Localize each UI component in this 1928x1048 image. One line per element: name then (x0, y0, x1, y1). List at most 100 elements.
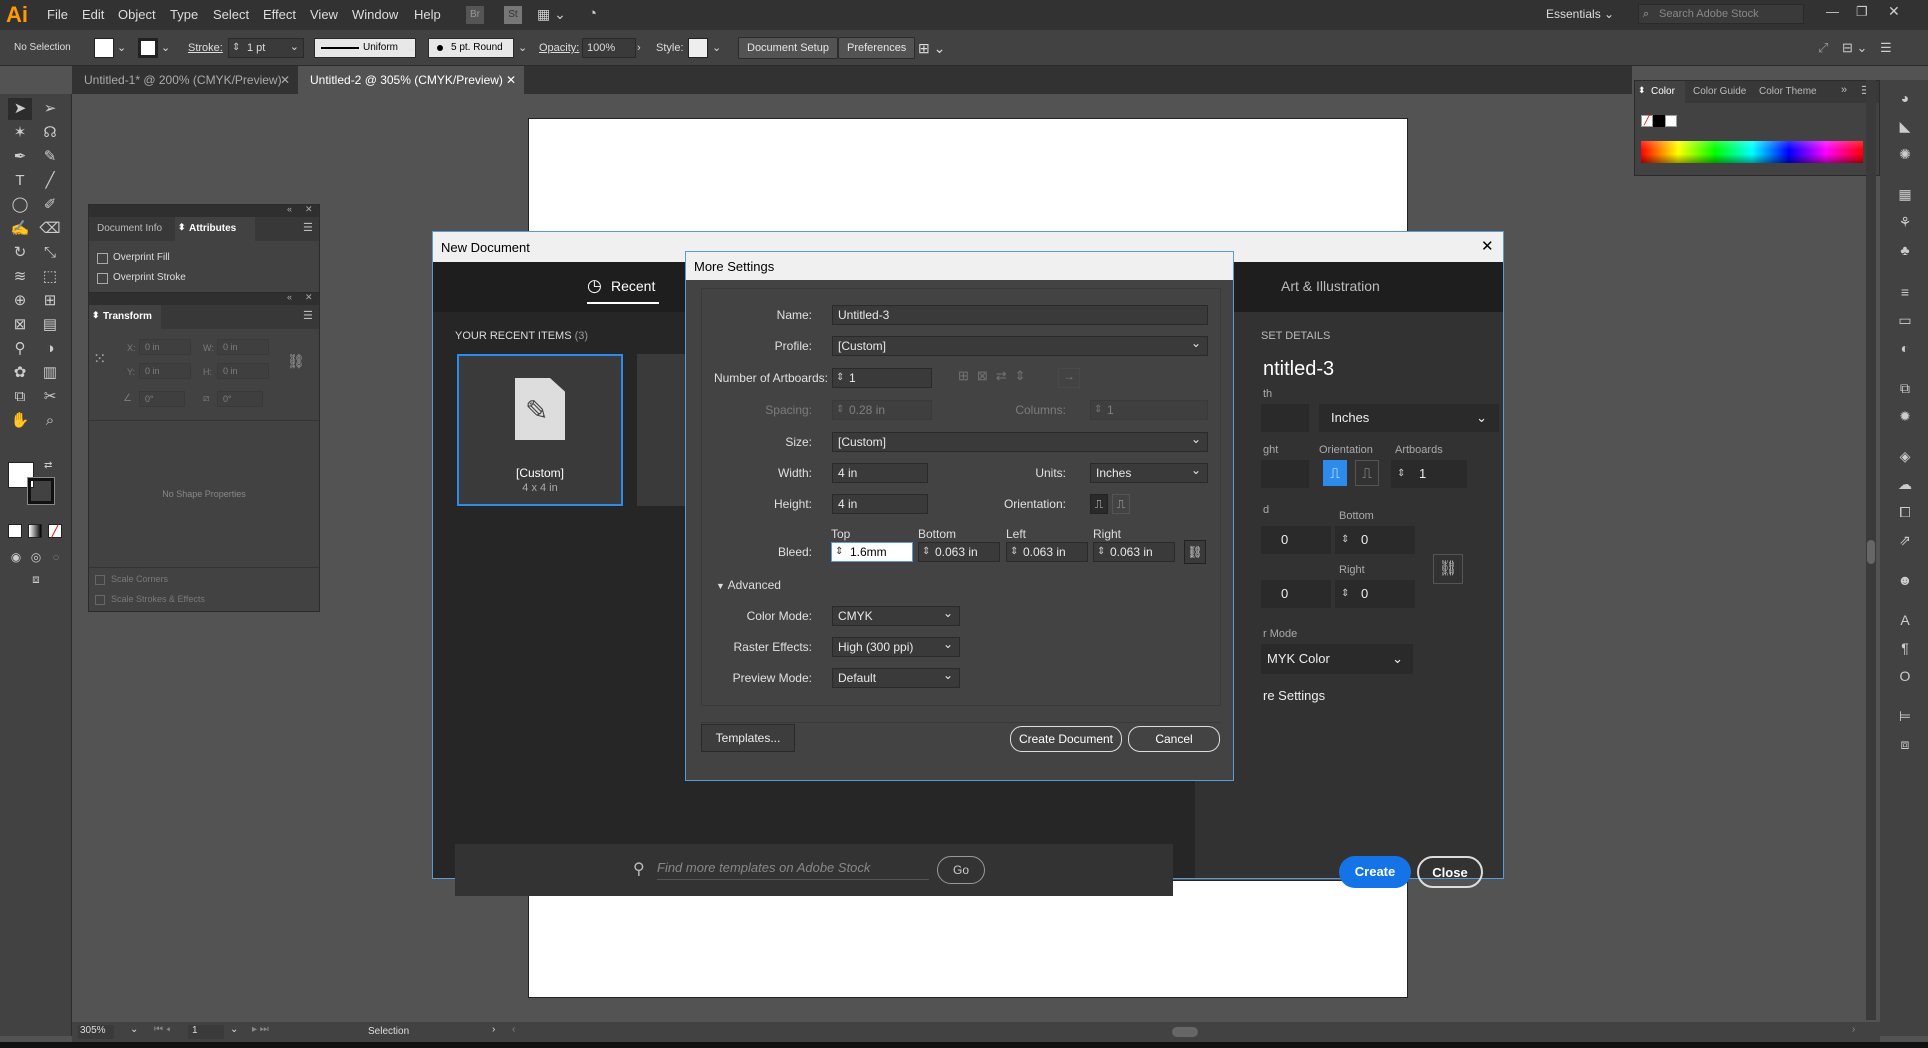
pen-tool-icon[interactable]: ✒ (8, 146, 32, 168)
stepper-icon[interactable]: ⇕ (836, 401, 844, 419)
scale-strokes-checkbox[interactable] (95, 595, 105, 605)
x-input[interactable]: 0 in (139, 339, 191, 355)
create-button[interactable]: Create (1339, 856, 1411, 888)
advanced-toggle[interactable]: ▼ Advanced (716, 578, 781, 592)
recent-item-card[interactable]: ✎ [Custom] 4 x 4 in (457, 354, 623, 506)
create-document-button[interactable]: Create Document (1010, 726, 1122, 752)
artboard-number-input[interactable]: 1 (188, 1025, 224, 1039)
collapse-icon[interactable]: « (287, 204, 292, 214)
link-bleed-icon[interactable]: ⛓ (1433, 554, 1463, 584)
units-select[interactable]: Inches ⌄ (1319, 404, 1499, 432)
artboard[interactable] (528, 118, 1408, 232)
y-input[interactable]: 0 in (139, 363, 191, 379)
cancel-button[interactable]: Cancel (1128, 726, 1220, 752)
none-mode-icon[interactable]: ╱ (48, 524, 62, 538)
layout-icon[interactable]: ⊟ ⌄ (1842, 38, 1867, 58)
mesh-tool-icon[interactable]: ⊠ (8, 314, 32, 336)
stroke-profile-select[interactable]: Uniform (314, 38, 416, 58)
style-swatch[interactable] (688, 38, 708, 58)
zoom-tool-icon[interactable]: ⌕ (38, 410, 62, 432)
color-mode-select[interactable]: MYK Color ⌄ (1261, 644, 1413, 674)
preferences-button[interactable]: Preferences (838, 37, 916, 59)
last-artboard-icon[interactable]: ▸ ⏭ (252, 1024, 269, 1035)
tab-color[interactable]: ⬍ Color (1635, 81, 1685, 103)
white-swatch[interactable] (1665, 115, 1677, 127)
ellipse-tool-icon[interactable]: ◯ (8, 194, 32, 216)
more-settings-link[interactable]: re Settings (1263, 688, 1325, 703)
height-input[interactable] (1261, 460, 1309, 488)
preset-name[interactable]: ntitled-3 (1263, 358, 1334, 381)
align-panel-icon[interactable]: ⊨ (1894, 708, 1916, 730)
none-swatch[interactable]: ╱ (1641, 115, 1653, 127)
align-icon[interactable]: ⊞ ⌄ (918, 38, 945, 58)
close-icon[interactable]: ✕ (1481, 237, 1494, 255)
arrange-icon[interactable]: ⤢ (1818, 38, 1828, 58)
tab-transform[interactable]: ⬍ Transform (89, 305, 161, 329)
direct-selection-tool-icon[interactable]: ➢ (38, 98, 62, 120)
constrain-proportions-icon[interactable]: ⛓ (287, 353, 305, 370)
landscape-orientation-button[interactable]: ⎍ (1355, 460, 1379, 486)
transparency-icon[interactable]: ◐ (1894, 340, 1916, 362)
graph-tool-icon[interactable]: ▥ (38, 362, 62, 384)
color-panel-icon[interactable]: ◕ (1894, 90, 1916, 112)
profile-select[interactable]: [Custom] (832, 334, 1208, 356)
chevron-down-icon[interactable]: ⌄ (130, 1024, 138, 1035)
artboards-input[interactable]: ⇕ 1 (1391, 460, 1467, 488)
chevron-down-icon[interactable]: ⌄ (290, 38, 299, 56)
libraries-icon[interactable]: ☁ (1894, 476, 1916, 498)
stock-search-input[interactable]: ⌕ Search Adobe Stock (1638, 4, 1804, 24)
name-input[interactable]: Untitled-3 (832, 305, 1208, 325)
gpu-performance-icon[interactable]: ◔ (588, 5, 597, 22)
color-mode-icon[interactable] (8, 524, 22, 538)
bleed-left-input[interactable]: ⇕ 0.063 in (1006, 542, 1088, 562)
chevron-down-icon[interactable]: ⌄ (117, 38, 126, 58)
stroke-swatch[interactable] (138, 38, 158, 58)
units-select[interactable]: Inches (1090, 461, 1208, 483)
h-input[interactable]: 0 in (217, 363, 269, 379)
tab-art-illustration[interactable]: Art & Illustration (1281, 278, 1380, 294)
tab-attributes[interactable]: ⬍ Attributes (175, 217, 255, 241)
collapse-icon[interactable]: « (287, 292, 292, 302)
arrange-documents-icon[interactable]: ▦ ⌄ (537, 6, 566, 23)
rotate-tool-icon[interactable]: ↻ (8, 242, 32, 264)
landscape-orientation-button[interactable]: ⎍ (1112, 494, 1130, 514)
shape-builder-tool-icon[interactable]: ⊕ (8, 290, 32, 312)
width-tool-icon[interactable]: ≋ (8, 266, 32, 288)
appearance-icon[interactable]: ⧉ (1894, 380, 1916, 402)
stepper-icon[interactable]: ⇕ (922, 543, 930, 561)
tab-color-guide[interactable]: Color Guide (1693, 86, 1746, 97)
graphic-styles-icon[interactable]: ✹ (1894, 408, 1916, 430)
rotate-input[interactable]: 0° (139, 391, 185, 407)
preview-mode-select[interactable]: Default (832, 666, 960, 688)
panel-menu-icon[interactable]: ☰ (1880, 38, 1892, 58)
panel-menu-icon[interactable]: ☰ (303, 221, 313, 234)
raster-effects-select[interactable]: High (300 ppi) (832, 635, 960, 657)
tab-recent[interactable]: ◷ Recent (587, 272, 659, 304)
stepper-icon[interactable]: ⇕ (1094, 401, 1102, 419)
overprint-stroke-checkbox[interactable] (97, 273, 108, 284)
symbols-icon[interactable]: ♣ (1894, 242, 1916, 264)
paintbrush-tool-icon[interactable]: ✐ (38, 194, 62, 216)
scale-corners-checkbox[interactable] (95, 575, 105, 585)
free-transform-tool-icon[interactable]: ⬚ (38, 266, 62, 288)
hand-tool-icon[interactable]: ✋ (8, 410, 32, 432)
close-button[interactable]: Close (1417, 856, 1483, 888)
workspace-switcher[interactable]: Essentials ⌄ (1546, 7, 1614, 21)
chevron-down-icon[interactable]: ⌄ (230, 1024, 238, 1035)
close-icon[interactable]: ✕ (305, 292, 313, 303)
color-theme-icon[interactable]: ✺ (1894, 146, 1916, 168)
width-input[interactable]: 4 in (832, 463, 928, 483)
symbol-sprayer-tool-icon[interactable]: ✿ (8, 362, 32, 384)
bridge-icon[interactable]: Br (466, 6, 484, 24)
stepper-icon[interactable]: ⇕ (1097, 543, 1105, 561)
gradient-panel-icon[interactable]: ▭ (1894, 312, 1916, 334)
stepper-icon[interactable]: ⇕ (1010, 543, 1018, 561)
panel-menu-icon[interactable]: ☰ (303, 309, 313, 322)
stroke-panel-icon[interactable]: ≡ (1894, 284, 1916, 306)
shear-input[interactable]: 0° (217, 391, 263, 407)
eyedropper-tool-icon[interactable]: ⚲ (8, 338, 32, 360)
gradient-tool-icon[interactable]: ▤ (38, 314, 62, 336)
swatches-icon[interactable]: ▦ (1894, 186, 1916, 208)
bleed-right-input[interactable]: ⇕ 0 (1335, 580, 1415, 608)
opacity-label[interactable]: Opacity: (539, 38, 579, 58)
